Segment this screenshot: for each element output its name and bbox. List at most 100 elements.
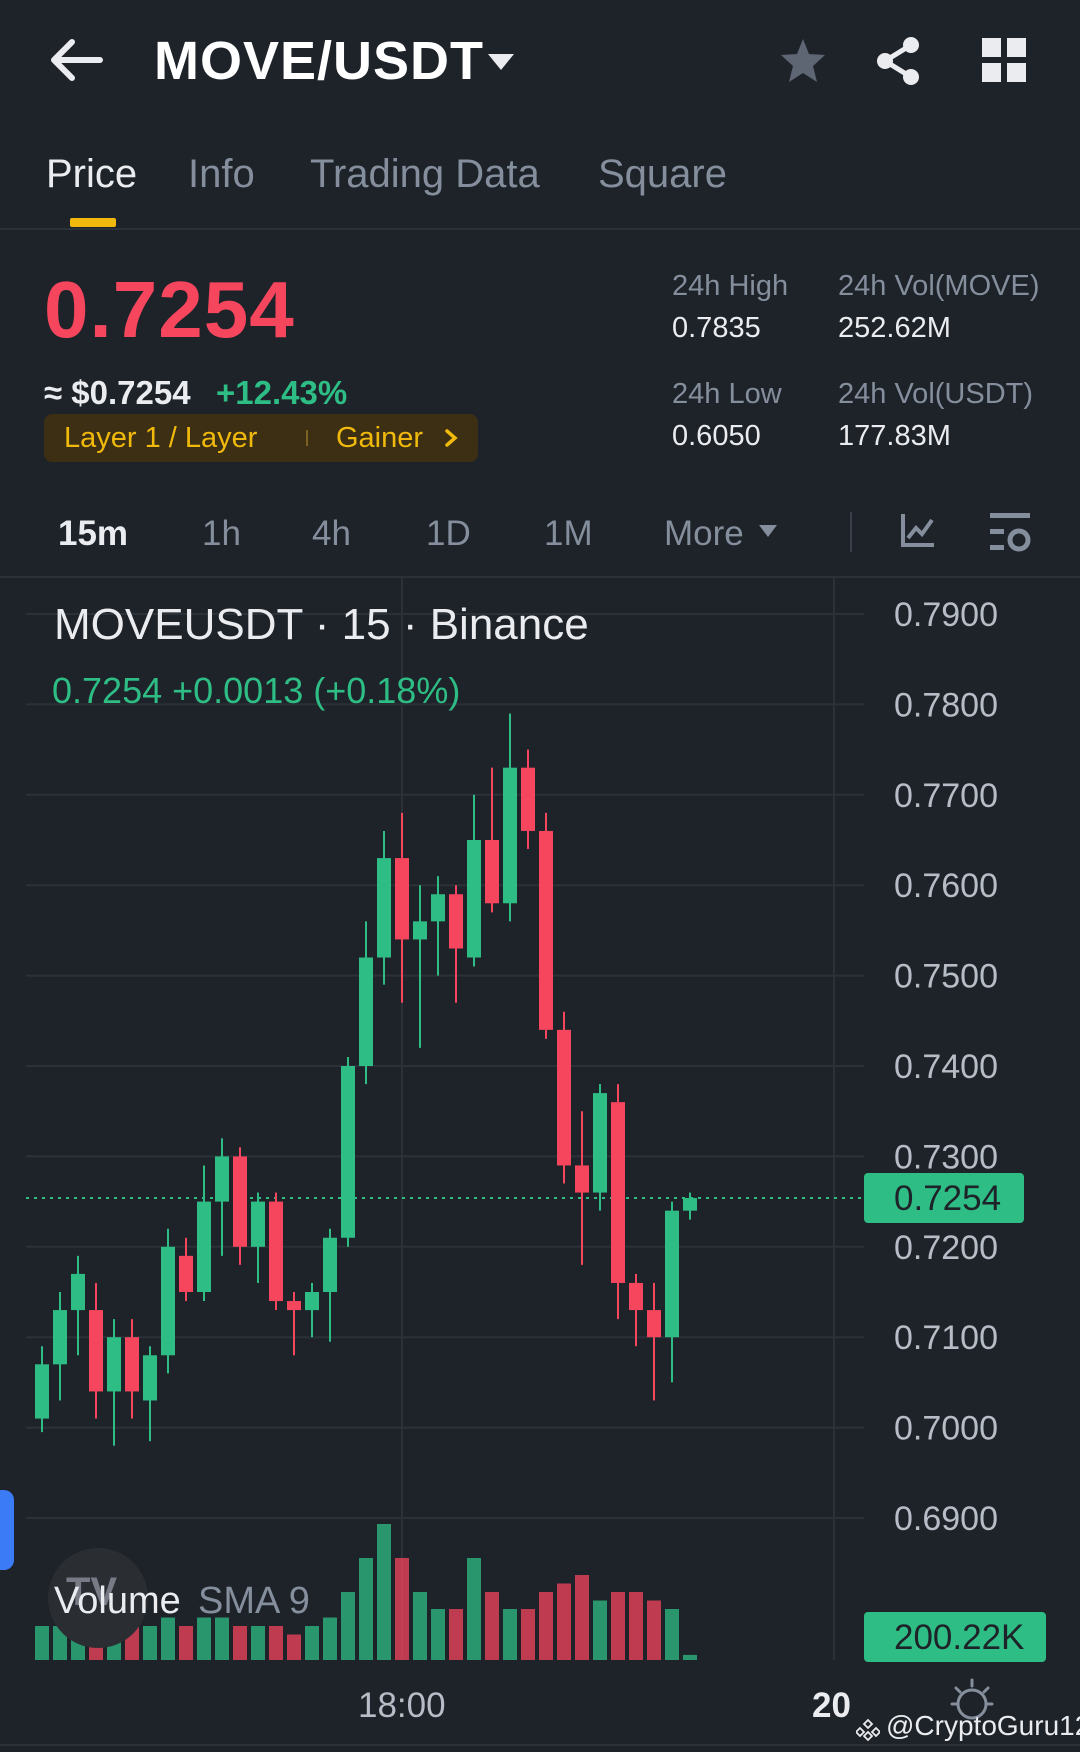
- volume-bar: [521, 1609, 535, 1660]
- candle-body: [323, 1237, 337, 1292]
- candle-body: [53, 1310, 67, 1365]
- interval-1d[interactable]: 1D: [426, 514, 471, 554]
- volume-bar: [611, 1592, 625, 1660]
- candle-body: [413, 921, 427, 940]
- candle-body: [305, 1292, 319, 1311]
- tag-gainer: Gainer: [336, 422, 424, 454]
- candle-body: [395, 858, 409, 940]
- stat-vol-move-value: 252.62M: [838, 312, 951, 344]
- y-tick-label: 0.7800: [894, 686, 998, 724]
- tab-trading-data[interactable]: Trading Data: [310, 152, 540, 197]
- candlestick-chart[interactable]: 0.7900 0.7800 0.7700 0.7600 0.7500 0.7400 0.73…: [0, 578, 1080, 1708]
- candle-body: [143, 1355, 157, 1401]
- current-price-tag: 0.7254: [864, 1173, 1024, 1223]
- volume-bar: [143, 1626, 157, 1660]
- y-tick-label: 0.7000: [894, 1410, 998, 1448]
- stat-low-value: 0.6050: [672, 420, 761, 452]
- interval-1h[interactable]: 1h: [202, 514, 241, 554]
- caret-down-icon: [759, 525, 777, 537]
- volume-bar: [269, 1626, 283, 1660]
- volume-bar: [287, 1634, 301, 1660]
- stat-high-label: 24h High: [672, 270, 789, 302]
- interval-divider: [850, 512, 852, 552]
- volume-bar: [323, 1617, 337, 1660]
- chart-title: MOVEUSDT · 15 · Binance: [54, 600, 589, 649]
- tab-square[interactable]: Square: [598, 152, 727, 197]
- candle-body: [269, 1201, 283, 1302]
- top-bar: MOVE/USDT: [0, 0, 1080, 120]
- chart-settings-icon[interactable]: [988, 510, 1032, 554]
- candle-body: [521, 767, 535, 831]
- back-arrow-icon[interactable]: [48, 38, 104, 82]
- volume-bar: [593, 1600, 607, 1660]
- candle-body: [251, 1201, 265, 1247]
- volume-bar: [539, 1592, 553, 1660]
- volume-bar: [467, 1558, 481, 1660]
- grid-icon[interactable]: [982, 38, 1026, 82]
- candle-body: [575, 1165, 589, 1193]
- volume-bar: [215, 1617, 229, 1660]
- volume-bar: [503, 1609, 517, 1660]
- candle-body: [179, 1255, 193, 1292]
- interval-more[interactable]: More: [664, 514, 744, 554]
- interval-1m[interactable]: 1M: [544, 514, 593, 554]
- volume-bar: [161, 1617, 175, 1660]
- volume-bar: [629, 1592, 643, 1660]
- indicator-icon[interactable]: [900, 512, 936, 548]
- category-tag[interactable]: Layer 1 / Layer Gainer: [44, 414, 478, 462]
- volume-bar: [233, 1626, 247, 1660]
- volume-bar: [35, 1626, 49, 1660]
- candle-body: [557, 1029, 571, 1166]
- volume-label: Volume: [54, 1580, 181, 1622]
- stat-low-label: 24h Low: [672, 378, 782, 410]
- x-axis-label-20: 20: [812, 1686, 851, 1725]
- stat-vol-usdt-label: 24h Vol(USDT): [838, 378, 1034, 410]
- volume-bar: [485, 1592, 499, 1660]
- candle-body: [629, 1282, 643, 1311]
- volume-bar: [413, 1592, 427, 1660]
- usd-price: ≈ $0.7254: [44, 374, 191, 411]
- volume-bar: [341, 1592, 355, 1660]
- stat-vol-usdt-value: 177.83M: [838, 420, 951, 452]
- y-tick-label: 0.7100: [894, 1319, 998, 1357]
- binance-logo-icon: [856, 1718, 880, 1742]
- y-tick-label: 0.7400: [894, 1048, 998, 1086]
- volume-bar: [359, 1558, 373, 1660]
- volume-bar: [431, 1609, 445, 1660]
- volume-sma-label: SMA 9: [198, 1580, 310, 1622]
- tabs-divider: [0, 228, 1080, 230]
- candle-body: [647, 1310, 661, 1338]
- candle-body: [467, 840, 481, 958]
- share-icon[interactable]: [874, 36, 922, 86]
- candle-body: [665, 1210, 679, 1338]
- pair-title[interactable]: MOVE/USDT: [154, 30, 484, 92]
- chevron-right-icon: [445, 429, 458, 447]
- tab-price[interactable]: Price: [46, 152, 137, 197]
- active-tab-indicator: [70, 218, 116, 227]
- tab-info[interactable]: Info: [188, 152, 255, 197]
- candle-body: [161, 1246, 175, 1356]
- stat-vol-move-label: 24h Vol(MOVE): [838, 270, 1040, 302]
- volume-bar: [683, 1654, 697, 1660]
- volume-bar: [647, 1600, 661, 1660]
- watermark: @CryptoGuru12: [886, 1710, 1080, 1741]
- y-tick-label: 0.7900: [894, 596, 998, 634]
- y-tick-label: 0.7600: [894, 867, 998, 905]
- chart-ohlc-line: 0.7254 +0.0013 (+0.18%): [52, 670, 461, 711]
- side-drawer-handle[interactable]: [0, 1490, 14, 1570]
- volume-bar: [377, 1524, 391, 1660]
- candle-body: [341, 1066, 355, 1238]
- volume-bar: [395, 1558, 409, 1660]
- interval-4h[interactable]: 4h: [312, 514, 351, 554]
- current-price-tag-value: 0.7254: [894, 1179, 1002, 1218]
- interval-15m[interactable]: 15m: [58, 514, 128, 554]
- last-price: 0.7254: [44, 265, 295, 354]
- star-icon[interactable]: [778, 36, 828, 86]
- candle-body: [431, 894, 445, 922]
- caret-down-icon[interactable]: [486, 52, 516, 72]
- tag-layer: Layer 1 / Layer: [64, 422, 258, 454]
- candle-body: [593, 1093, 607, 1193]
- candle-body: [233, 1156, 247, 1247]
- volume-bar: [557, 1583, 571, 1660]
- candle-body: [359, 957, 373, 1066]
